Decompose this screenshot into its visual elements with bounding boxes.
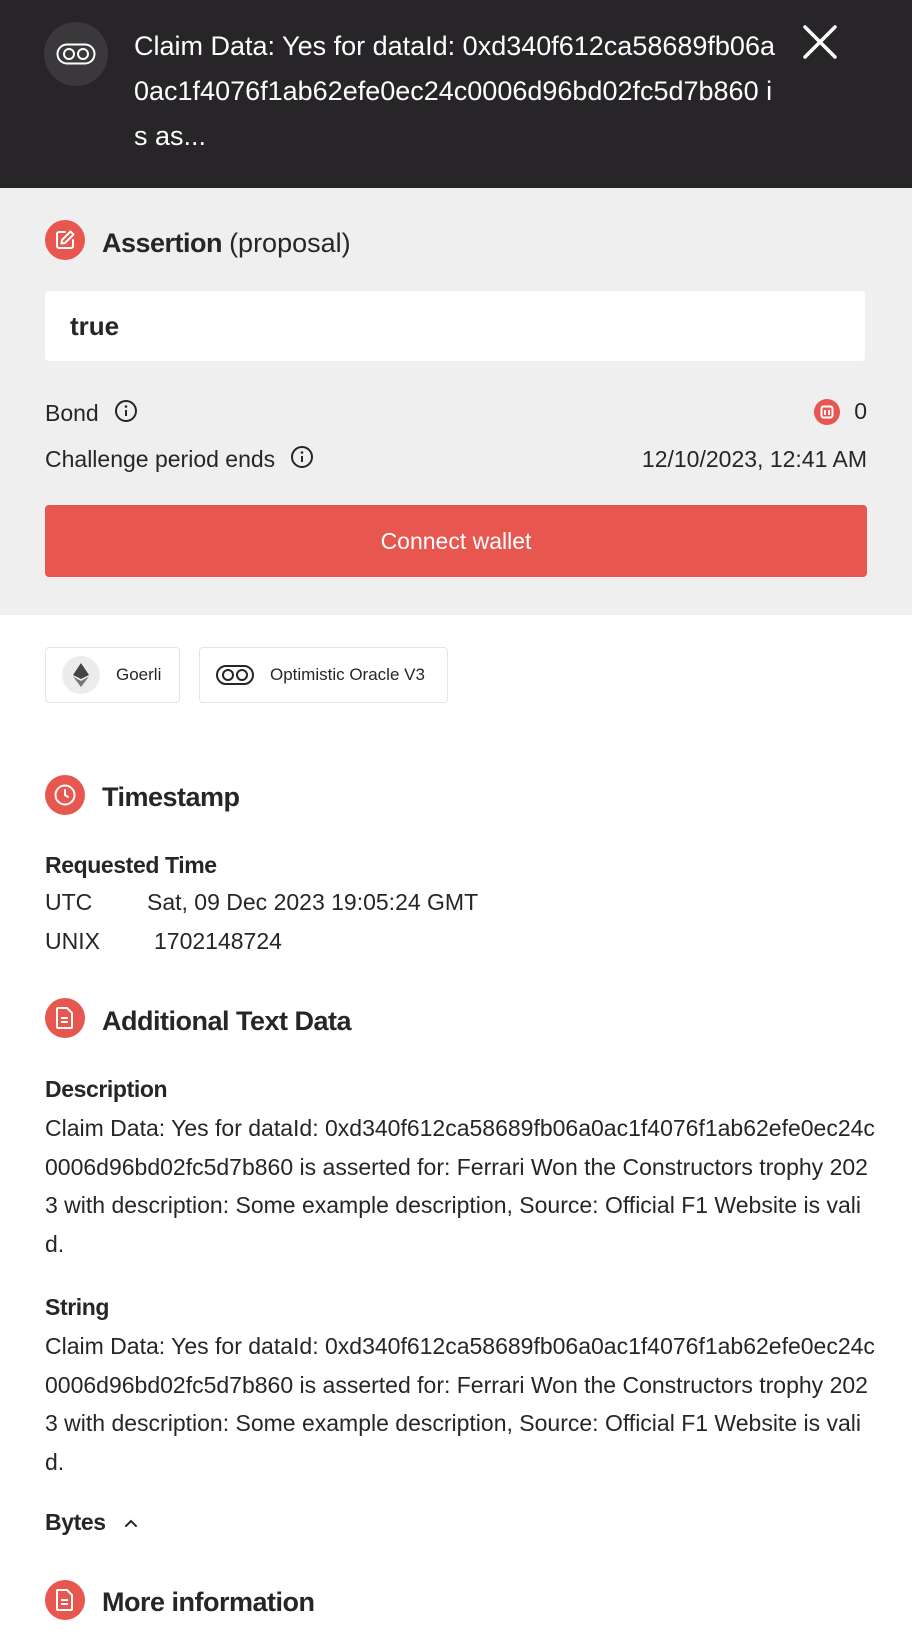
- unix-label: UNIX: [45, 928, 100, 954]
- bond-label: Bond: [45, 400, 99, 426]
- string-label: String: [45, 1294, 110, 1320]
- oracle-icon: [216, 665, 254, 685]
- additional-data-title: Additional Text Data: [102, 1006, 352, 1036]
- assertion-heading: Assertion: [102, 228, 223, 258]
- network-label: Goerli: [116, 665, 162, 684]
- unix-value: 1702148724: [154, 928, 282, 954]
- edit-icon: [45, 220, 85, 260]
- document-icon: [45, 998, 85, 1038]
- assertion-value: true: [45, 291, 865, 361]
- utc-value: Sat, 09 Dec 2023 19:05:24 GMT: [147, 889, 479, 915]
- uma-token-icon: [814, 398, 841, 425]
- oracle-chip: Optimistic Oracle V3: [199, 647, 448, 703]
- description-value: Claim Data: Yes for dataId: 0xd340f612ca…: [45, 1115, 875, 1257]
- challenge-value: 12/10/2023, 12:41 AM: [641, 446, 867, 472]
- description-label: Description: [45, 1076, 168, 1102]
- bytes-label: Bytes: [45, 1509, 106, 1535]
- assertion-title: Assertion (proposal): [102, 228, 351, 259]
- panel-header: Claim Data: Yes for dataId: 0xd340f612ca…: [0, 0, 912, 188]
- challenge-label: Challenge period ends: [45, 446, 276, 472]
- panel-title: Claim Data: Yes for dataId: 0xd340f612ca…: [134, 31, 775, 151]
- info-icon[interactable]: [290, 445, 314, 469]
- oracle-label: Optimistic Oracle V3: [270, 665, 425, 684]
- network-chip: Goerli: [45, 647, 180, 703]
- oracle-icon: [44, 22, 108, 86]
- bond-value-row: 0: [814, 398, 867, 425]
- assertion-subtitle: (proposal): [229, 228, 351, 258]
- ethereum-icon: [62, 656, 100, 694]
- info-icon[interactable]: [114, 399, 138, 423]
- document-icon: [45, 1580, 85, 1620]
- connect-wallet-button[interactable]: Connect wallet: [45, 505, 867, 577]
- more-information-title: More information: [102, 1587, 315, 1617]
- string-value: Claim Data: Yes for dataId: 0xd340f612ca…: [45, 1333, 875, 1475]
- bond-value: 0: [854, 398, 867, 424]
- requested-time-label: Requested Time: [45, 852, 217, 878]
- bytes-toggle[interactable]: Bytes: [45, 1509, 138, 1536]
- utc-label: UTC: [45, 889, 93, 915]
- clock-icon: [45, 775, 85, 815]
- close-icon: [803, 25, 837, 59]
- timestamp-title: Timestamp: [102, 782, 240, 812]
- close-button[interactable]: [796, 18, 844, 66]
- chevron-up-icon: [124, 1519, 137, 1527]
- assertion-panel: Assertion (proposal) true Bond 0 Challen…: [0, 188, 912, 615]
